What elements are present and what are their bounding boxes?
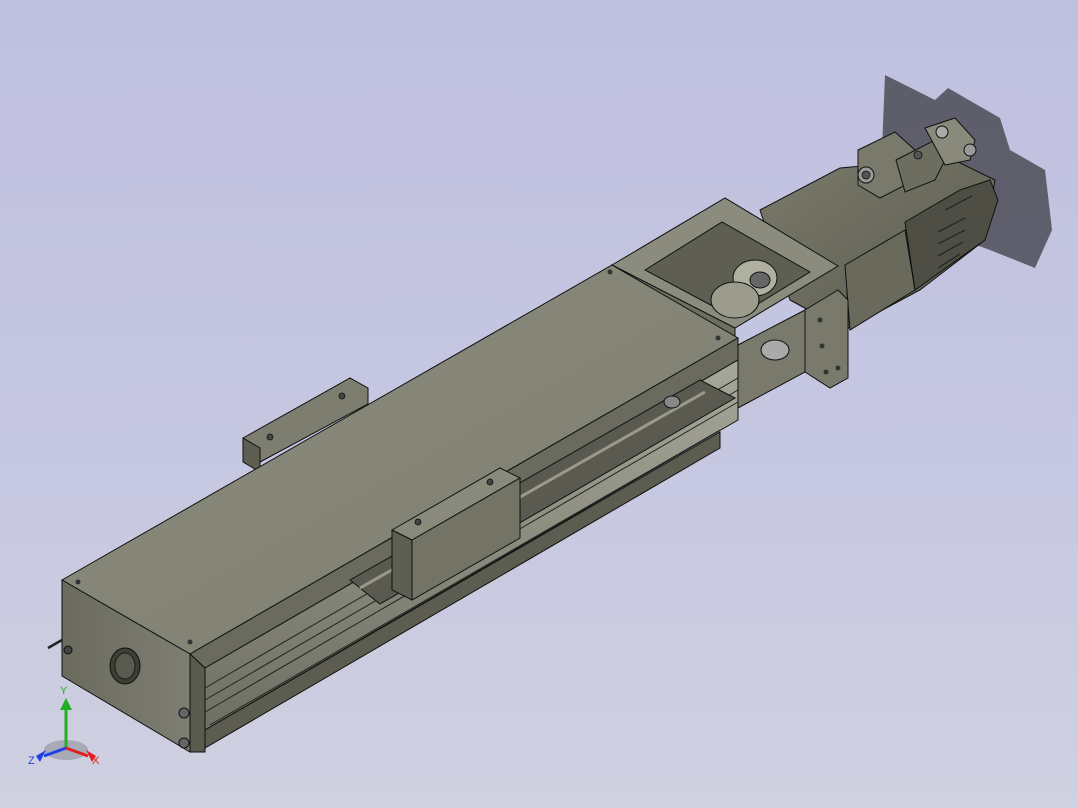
- z-axis-label: Z: [28, 755, 35, 767]
- graphics-viewport[interactable]: Y X Z: [0, 0, 1078, 808]
- x-axis-label: X: [92, 755, 100, 767]
- view-orientation-triad[interactable]: Y X Z: [26, 668, 106, 768]
- actuator-body[interactable]: [47, 264, 739, 753]
- y-axis-arrow: [60, 698, 72, 710]
- y-axis-label: Y: [60, 685, 68, 697]
- actuator-model[interactable]: [0, 0, 1078, 808]
- ball-screw-shaft: [737, 309, 806, 409]
- servo-motor[interactable]: [759, 117, 999, 331]
